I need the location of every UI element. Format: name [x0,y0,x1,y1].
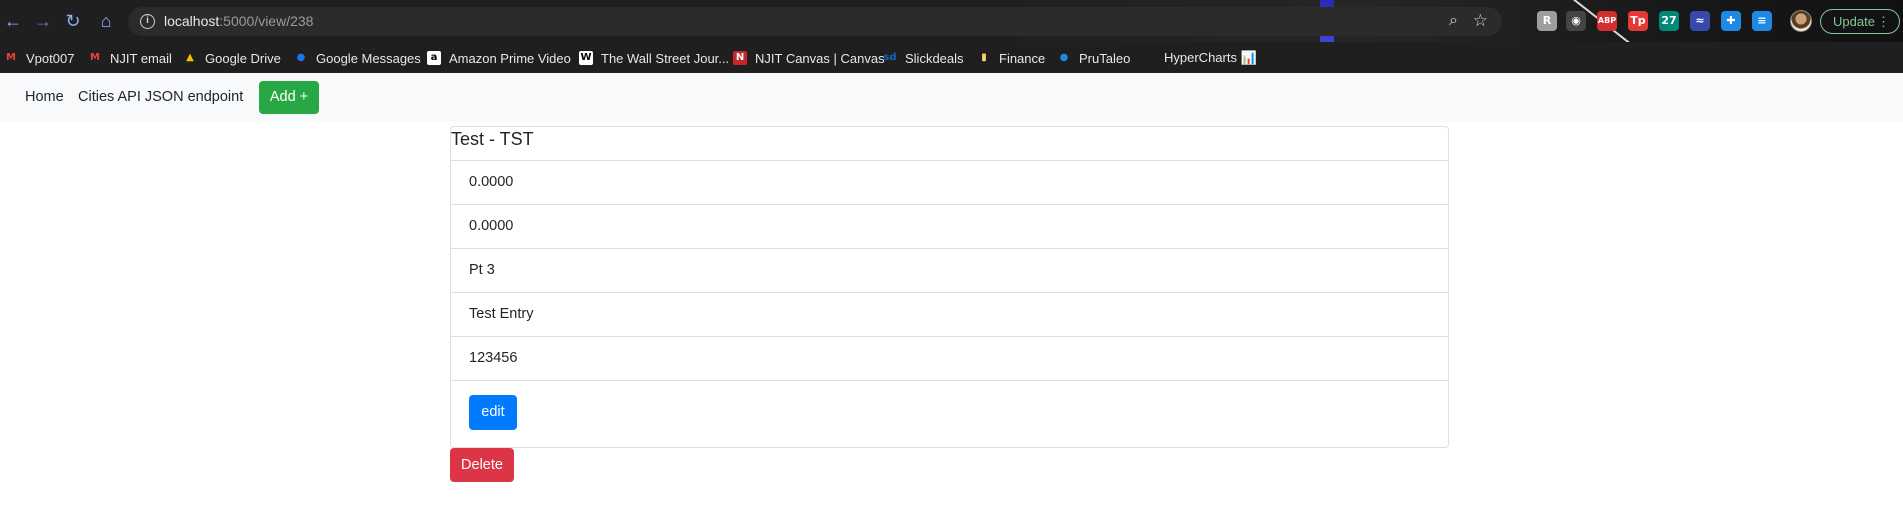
add-button[interactable]: Add + [259,81,319,114]
bookmark-item[interactable]: N NJIT Canvas | Canvas [733,48,885,68]
globe-icon: ● [1059,52,1069,63]
update-button[interactable]: Update ⋮ [1820,9,1900,34]
folder-icon: ▮ [981,52,987,63]
bookmark-label: HyperCharts 📊 [1164,50,1257,65]
adblock-plus-icon[interactable]: ABP [1597,11,1617,31]
bookmark-label: PruTaleo [1079,50,1131,66]
bookmark-label: Google Messages [316,50,421,66]
bookmark-item[interactable]: M NJIT email [88,48,172,68]
bookmark-label: Google Drive [205,50,281,66]
bookmark-item[interactable]: M Vpot007 [4,48,74,68]
bookmark-item[interactable]: sd Slickdeals [883,48,964,68]
site-info-icon[interactable]: i [140,14,155,29]
bookmark-star-icon[interactable]: ☆ [1473,11,1488,31]
wave-extension-icon[interactable]: ≈ [1690,11,1710,31]
bookmarks-bar: M Vpot007 M NJIT email ▲ Google Drive ● Google … [0,42,1903,73]
amazon-icon: a [427,51,441,65]
bookmark-label: Slickdeals [905,50,964,66]
bookmark-label: Amazon Prime Video [449,50,571,66]
browser-toolbar: ← → ↻ ⌂ i localhost:5000/view/238 ⌕ ☆ R ◉… [0,0,1903,42]
url-text[interactable]: localhost:5000/view/238 [164,13,313,29]
record-card: Test - TST 0.0000 0.0000 Pt 3 Test Entry… [450,126,1449,448]
edit-button[interactable]: edit [469,395,517,430]
bookmark-label: Finance [999,50,1046,66]
record-field: Test Entry [451,292,1448,336]
nav-cities-api-link[interactable]: Cities API JSON endpoint [78,89,243,105]
google-drive-icon: ▲ [186,52,194,63]
reader-extension-icon[interactable]: R [1537,11,1557,31]
njit-canvas-icon: N [733,51,747,65]
record-field: Pt 3 [451,248,1448,292]
reading-list-icon[interactable]: ≡ [1752,11,1772,31]
back-arrow-icon[interactable]: ← [2,10,24,32]
puzzle-extensions-icon[interactable]: ✚ [1721,11,1741,31]
slickdeals-icon: sd [883,52,897,63]
wsj-icon: W [579,51,593,65]
record-field: 123456 [451,336,1448,381]
reload-icon[interactable]: ↻ [62,10,84,32]
bookmark-item[interactable]: ▮ Finance [977,48,1045,68]
bookmark-item[interactable]: ● Google Messages [294,48,421,68]
bookmark-label: NJIT email [110,50,172,66]
home-icon[interactable]: ⌂ [95,10,117,32]
record-field: 0.0000 [451,160,1448,204]
record-title: Test - TST [451,129,534,149]
more-menu-icon[interactable]: ⋮ [1877,10,1890,33]
profile-avatar[interactable] [1790,10,1812,32]
gmail-icon: M [6,52,16,63]
zoom-icon[interactable]: ⌕ [1449,12,1458,30]
bookmark-label: NJIT Canvas | Canvas [755,50,885,66]
gmail-icon: M [90,52,100,63]
27-extension-icon[interactable]: 27 [1659,11,1679,31]
bookmark-item[interactable]: a Amazon Prime Video [427,48,571,68]
bookmark-label: The Wall Street Jour... [601,50,730,66]
lens-extension-icon[interactable]: ◉ [1566,11,1586,31]
google-messages-icon: ● [296,52,306,63]
record-field: 0.0000 [451,204,1448,248]
bookmark-item[interactable]: ▲ Google Drive [183,48,281,68]
delete-button[interactable]: Delete [450,448,514,482]
bookmark-item[interactable]: X HyperCharts 📊 [1142,48,1257,68]
nav-home-link[interactable]: Home [25,89,64,105]
bookmark-label: Vpot007 [26,50,75,66]
address-bar[interactable]: i localhost:5000/view/238 ⌕ ☆ [128,7,1502,36]
forward-arrow-icon[interactable]: → [32,10,54,32]
tp-extension-icon[interactable]: Tp [1628,11,1648,31]
bookmark-item[interactable]: ● PruTaleo [1057,48,1131,68]
bookmark-item[interactable]: W The Wall Street Jour... [579,48,729,68]
hypercharts-icon: X [1145,52,1153,63]
